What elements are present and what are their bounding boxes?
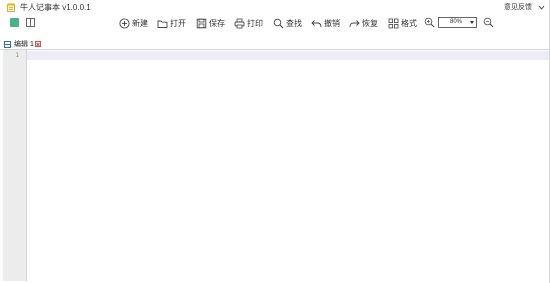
open-label: 打开 — [170, 18, 186, 28]
editor-textarea[interactable] — [27, 50, 549, 281]
plus-circle-icon — [119, 17, 130, 29]
dropdown-arrow-icon — [470, 21, 474, 24]
theme-color-icon[interactable] — [10, 18, 19, 27]
print-button[interactable]: 打印 — [234, 16, 263, 30]
app-window: 牛人记事本 v1.0.0.1 意见反馈 新建 打开 保存 打印 查找 撤销 恢复… — [0, 0, 550, 283]
save-button[interactable]: 保存 — [196, 16, 225, 30]
tab-label: 编辑 1 — [14, 41, 34, 48]
tab-strip: 编辑 1 — [0, 37, 549, 50]
redo-button[interactable]: 恢复 — [349, 16, 378, 30]
close-icon[interactable] — [34, 41, 41, 47]
feedback-link[interactable]: 意见反馈 — [504, 3, 532, 12]
zoom-in-icon[interactable] — [424, 17, 435, 28]
redo-label: 恢复 — [362, 18, 378, 28]
printer-icon — [234, 18, 245, 28]
grid-icon — [388, 18, 399, 28]
document-icon — [4, 40, 11, 48]
notepad-icon — [7, 3, 15, 12]
open-button[interactable]: 打开 — [157, 16, 186, 30]
folder-icon — [157, 20, 168, 28]
title-bar: 牛人记事本 v1.0.0.1 意见反馈 — [0, 0, 550, 14]
save-label: 保存 — [209, 18, 225, 28]
line-number-gutter: 1 — [3, 50, 27, 281]
undo-button[interactable]: 撤销 — [311, 16, 340, 30]
undo-arrow-icon — [311, 19, 322, 27]
new-button[interactable]: 新建 — [119, 16, 148, 30]
sidebar-toggle-icon[interactable] — [26, 18, 35, 27]
search-icon — [273, 18, 284, 28]
zoom-value: 80% — [450, 19, 463, 25]
tab-edit-1[interactable]: 编辑 1 — [4, 39, 41, 49]
chevron-down-icon[interactable] — [538, 4, 545, 11]
current-line-highlight — [27, 51, 549, 60]
zoom-out-icon[interactable] — [483, 17, 494, 28]
redo-arrow-icon — [349, 19, 360, 27]
floppy-disk-icon — [196, 18, 207, 28]
find-button[interactable]: 查找 — [273, 16, 302, 30]
new-label: 新建 — [132, 18, 148, 28]
line-number: 1 — [15, 52, 19, 59]
toolbar: 新建 打开 保存 打印 查找 撤销 恢复 格式 80% — [0, 14, 550, 34]
zoom-select[interactable]: 80% — [438, 17, 477, 28]
format-button[interactable]: 格式 — [388, 16, 417, 30]
format-label: 格式 — [401, 18, 417, 28]
find-label: 查找 — [286, 18, 302, 28]
undo-label: 撤销 — [324, 18, 340, 28]
app-title: 牛人记事本 v1.0.0.1 — [20, 3, 91, 12]
print-label: 打印 — [247, 18, 263, 28]
